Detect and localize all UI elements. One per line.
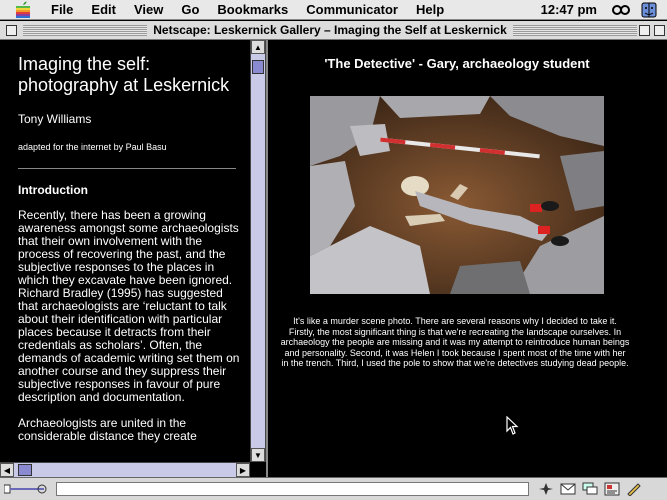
- window-title: Netscape: Leskernick Gallery – Imaging t…: [147, 23, 513, 37]
- zoom-box-icon[interactable]: [639, 24, 650, 36]
- menu-edit[interactable]: Edit: [82, 0, 125, 20]
- horizontal-scrollbar[interactable]: ◀ ▶: [0, 462, 250, 477]
- photo-caption: It's like a murder scene photo. There ar…: [280, 316, 630, 368]
- menu-help[interactable]: Help: [407, 0, 453, 20]
- status-bar: [0, 477, 667, 500]
- scroll-left-arrow-icon[interactable]: ◀: [0, 463, 14, 477]
- menu-go[interactable]: Go: [172, 0, 208, 20]
- status-message-field: [56, 482, 529, 496]
- right-frame: 'The Detective' - Gary, archaeology stud…: [268, 40, 667, 477]
- paragraph: Recently, there has been a growing aware…: [18, 208, 240, 404]
- control-strip-icon[interactable]: [611, 2, 631, 18]
- scroll-thumb[interactable]: [18, 464, 32, 476]
- scroll-thumb[interactable]: [252, 60, 264, 74]
- collapse-box-icon[interactable]: [654, 24, 665, 36]
- menu-bookmarks[interactable]: Bookmarks: [208, 0, 297, 20]
- close-box-icon[interactable]: [6, 24, 17, 36]
- section-heading: Introduction: [18, 183, 88, 197]
- menu-bar: File Edit View Go Bookmarks Communicator…: [0, 0, 667, 20]
- page-title: Imaging the self: photography at Leskern…: [18, 54, 230, 95]
- apple-icon[interactable]: [12, 1, 34, 19]
- divider: [18, 168, 236, 169]
- photo-title: 'The Detective' - Gary, archaeology stud…: [324, 56, 590, 71]
- menu-clock[interactable]: 12:47 pm: [541, 2, 597, 17]
- title-bar-stripes: [512, 24, 637, 36]
- window-title-bar[interactable]: Netscape: Leskernick Gallery – Imaging t…: [0, 21, 667, 40]
- menu-file[interactable]: File: [42, 0, 82, 20]
- composer-icon[interactable]: [603, 482, 621, 496]
- scroll-up-arrow-icon[interactable]: ▲: [251, 40, 265, 54]
- mail-icon[interactable]: [559, 482, 577, 496]
- security-key-icon[interactable]: [4, 482, 50, 496]
- left-frame: Imaging the self: photography at Leskern…: [0, 40, 250, 462]
- paragraph: Archaeologists are united in the conside…: [18, 416, 197, 443]
- title-bar-stripes: [23, 24, 148, 36]
- discussions-icon[interactable]: [581, 482, 599, 496]
- excavation-photo: [310, 96, 604, 294]
- author-name: Tony Williams: [18, 112, 92, 126]
- edit-pencil-icon[interactable]: [625, 482, 643, 496]
- vertical-scrollbar[interactable]: ▲ ▼: [250, 40, 266, 462]
- mouse-pointer-icon: [506, 415, 520, 441]
- scroll-down-arrow-icon[interactable]: ▼: [251, 448, 265, 462]
- adapted-credit: adapted for the internet by Paul Basu: [18, 142, 167, 152]
- finder-app-icon[interactable]: [639, 2, 659, 18]
- menu-communicator[interactable]: Communicator: [297, 0, 407, 20]
- scroll-right-arrow-icon[interactable]: ▶: [236, 463, 250, 477]
- navigator-icon[interactable]: [537, 482, 555, 496]
- menu-view[interactable]: View: [125, 0, 172, 20]
